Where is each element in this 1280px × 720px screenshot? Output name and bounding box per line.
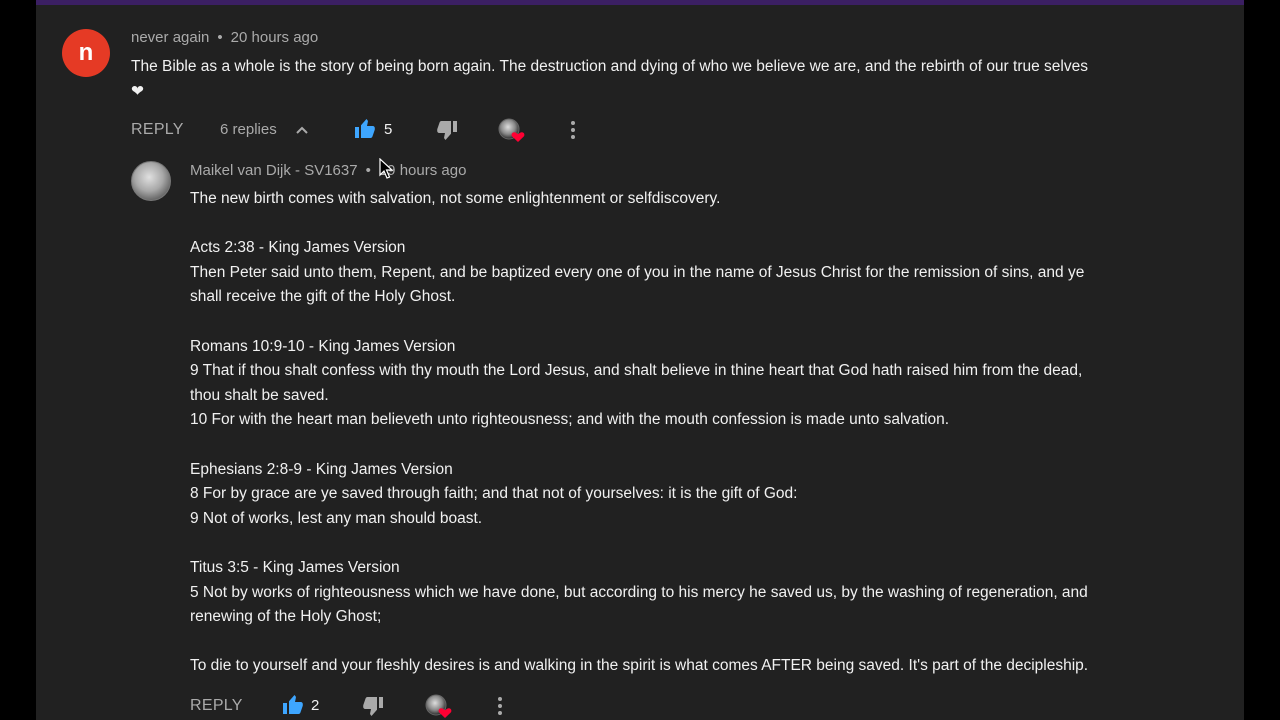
reply-text-line: 10 For with the heart man believeth unto… bbox=[190, 411, 950, 429]
comment-author[interactable]: never again bbox=[131, 29, 209, 46]
reply-avatar[interactable] bbox=[131, 161, 171, 201]
reply-text-line bbox=[190, 531, 1088, 556]
more-options-icon[interactable] bbox=[492, 695, 508, 717]
top-divider bbox=[36, 0, 1244, 5]
comment-header: never again • 20 hours ago bbox=[131, 29, 318, 46]
reply-text-line bbox=[190, 433, 1088, 458]
reply-text-line: Ephesians 2:8-9 - King James Version bbox=[190, 460, 453, 478]
thumbs-down-icon[interactable] bbox=[435, 118, 459, 142]
avatar[interactable]: n bbox=[62, 29, 110, 77]
reply-header: Maikel van Dijk - SV1637 • 19 hours ago bbox=[190, 162, 466, 179]
reply-text-line: 8 For by grace are ye saved through fait… bbox=[190, 485, 798, 503]
reply-text-line: The new birth comes with salvation, not … bbox=[190, 190, 721, 207]
reply-text-line: 9 That if thou shalt confess with thy mo… bbox=[190, 362, 1083, 380]
meta-separator: • bbox=[217, 29, 223, 46]
like-count: 5 bbox=[384, 121, 393, 138]
chevron-up-icon bbox=[296, 125, 308, 135]
reply-text-line: thou shalt be saved. bbox=[190, 386, 329, 404]
meta-separator: • bbox=[365, 162, 371, 179]
comments-panel: n never again • 20 hours ago The Bible as … bbox=[36, 0, 1244, 720]
comment-text-line: The Bible as a whole is the story of bei… bbox=[131, 58, 1088, 75]
thumbs-down-icon[interactable] bbox=[361, 694, 385, 718]
replies-toggle[interactable]: 6 replies bbox=[220, 121, 308, 138]
reply-text-line: Acts 2:38 - King James Version bbox=[190, 239, 406, 257]
avatar-letter: n bbox=[78, 39, 94, 66]
reply-text-line bbox=[190, 310, 1088, 335]
reply-text-line: To die to yourself and your fleshly desi… bbox=[190, 657, 1089, 675]
reply-text-line: 5 Not by works of righteousness which we… bbox=[190, 583, 1088, 601]
creator-heart-badge bbox=[498, 118, 526, 144]
more-options-icon[interactable] bbox=[565, 119, 581, 141]
reply-text-line: Romans 10:9-10 - King James Version bbox=[190, 337, 456, 355]
reply-author[interactable]: Maikel van Dijk - SV1637 bbox=[190, 162, 358, 179]
thumbs-up-icon[interactable] bbox=[353, 117, 377, 141]
reply-text-line bbox=[190, 630, 1088, 655]
reply-text-line bbox=[190, 212, 1088, 237]
reply-text-line: Then Peter said unto them, Repent, and b… bbox=[190, 263, 1085, 281]
reply-like-count: 2 bbox=[311, 697, 320, 714]
reply-text-line: shall receive the gift of the Holy Ghost… bbox=[190, 288, 456, 306]
reply-text-line: renewing of the Holy Ghost; bbox=[190, 608, 382, 626]
reply-text-line: Titus 3:5 - King James Version bbox=[190, 558, 400, 576]
heart-emoji: ❤ bbox=[131, 82, 144, 100]
creator-heart-badge bbox=[425, 694, 453, 720]
reply-text: The new birth comes with salvation, not … bbox=[190, 187, 1088, 679]
comment-text: The Bible as a whole is the story of bei… bbox=[131, 55, 1088, 104]
comment-timestamp[interactable]: 20 hours ago bbox=[231, 29, 319, 46]
replies-count: 6 replies bbox=[220, 121, 277, 138]
reply-reply-button[interactable]: REPLY bbox=[190, 697, 243, 715]
thumbs-up-icon[interactable] bbox=[281, 693, 305, 717]
mouse-cursor-icon bbox=[379, 158, 393, 180]
reply-button[interactable]: REPLY bbox=[131, 121, 184, 139]
reply-text-line: 9 Not of works, lest any man should boas… bbox=[190, 509, 483, 527]
